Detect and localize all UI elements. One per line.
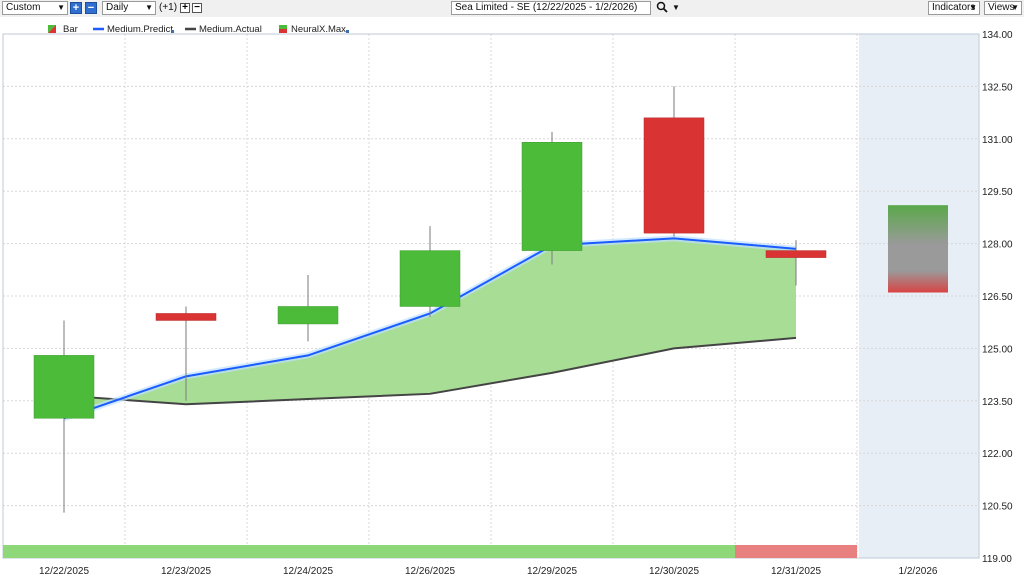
symbol-dropdown-arrow-icon[interactable]: ▼ [672,3,680,12]
x-tick-label: 12/23/2025 [161,566,211,577]
layout-select-value: Custom [6,2,41,13]
candle-up [521,142,583,251]
chevron-down-icon: ▼ [145,3,153,12]
x-tick-label: 12/22/2025 [39,566,89,577]
offset-label: (+1) [159,2,178,13]
y-tick-label: 132.50 [982,82,1013,93]
offset-plus-button[interactable]: + [180,3,190,13]
signal-strip-cell [3,545,125,558]
search-icon[interactable] [656,1,668,16]
interval-select-value: Daily [106,2,129,13]
x-tick-label: 12/24/2025 [283,566,333,577]
y-tick-label: 131.00 [982,135,1013,146]
neuralx-legend-icon [279,25,287,29]
forecast [888,205,948,293]
toolbar: Custom ▼ + − Daily ▼ (+1) + − Sea Limite… [0,0,1024,18]
chevron-down-icon: ▼ [1011,3,1019,12]
y-tick-label: 119.00 [982,554,1012,565]
chevron-down-icon: ▼ [57,3,65,12]
candle-down [765,250,827,258]
signal-strip-cell [369,545,491,558]
y-tick-label: 120.50 [982,502,1013,513]
y-tick-label: 128.00 [982,240,1013,251]
x-tick-label: 12/30/2025 [649,566,699,577]
chevron-down-icon: ▼ [969,3,977,12]
legend-label-neuralx: NeuralX.Max [291,24,346,35]
y-tick-label: 126.50 [982,292,1013,303]
price-chart[interactable]: 119.00 120.50 122.00 123.50 125.00 126.50 128.… [0,17,1024,578]
candle-down [155,313,217,321]
neuralx-legend-icon [279,29,287,33]
candle-up [33,355,95,419]
signal-strip [3,545,857,558]
legend-label-actual: Medium.Actual [199,24,262,35]
interval-select[interactable]: Daily ▼ [102,1,156,15]
x-tick-label: 1/2/2026 [899,566,938,577]
remove-chart-button[interactable]: − [85,2,97,14]
views-button[interactable]: Views ▼ [984,1,1022,15]
signal-strip-cell [613,545,735,558]
signal-strip-cell [125,545,247,558]
y-tick-label: 125.00 [982,344,1013,355]
legend-label-predict: Medium.Predict [107,24,173,35]
layout-select[interactable]: Custom ▼ [2,1,68,15]
y-tick-label: 123.50 [982,397,1013,408]
x-tick-label: 12/31/2025 [771,566,821,577]
candle-up [399,250,461,307]
x-tick-label: 12/26/2025 [405,566,455,577]
y-tick-label: 122.00 [982,449,1013,460]
signal-strip-cell [491,545,613,558]
x-tick-label: 12/29/2025 [527,566,577,577]
legend-label-bar: Bar [63,24,78,35]
candle-up [277,306,339,325]
y-tick-label: 134.00 [982,30,1013,41]
signal-strip-cell [735,545,857,558]
y-tick-label: 129.50 [982,187,1013,198]
signal-strip-cell [247,545,369,558]
forecast-bar [888,205,948,293]
indicators-button[interactable]: Indicators ▼ [928,1,980,15]
legend-dot-icon [346,30,349,33]
add-chart-button[interactable]: + [70,2,82,14]
symbol-select-value: Sea Limited - SE (12/22/2025 - 1/2/2026) [455,2,638,13]
offset-minus-button[interactable]: − [192,3,202,13]
symbol-select[interactable]: Sea Limited - SE (12/22/2025 - 1/2/2026) [451,1,651,15]
legend-dot-icon [171,30,174,33]
candle-down [643,117,705,234]
